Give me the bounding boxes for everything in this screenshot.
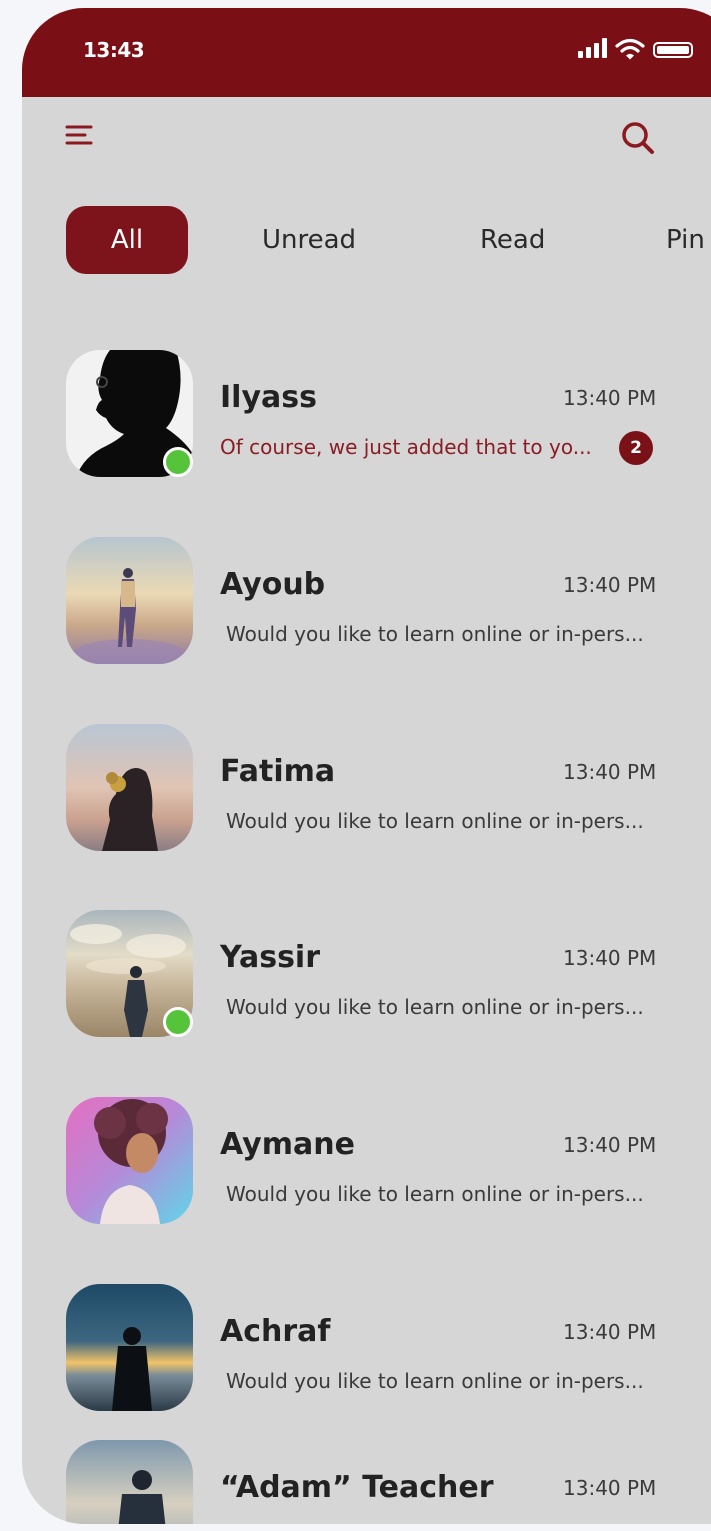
chat-item-yassir[interactable]: Yassir 13:40 PM Would you like to learn … (22, 910, 711, 1040)
menu-icon[interactable] (65, 122, 97, 150)
chat-time: 13:40 PM (563, 386, 657, 410)
tab-pin[interactable]: Pin (666, 206, 705, 274)
chat-time: 13:40 PM (563, 946, 657, 970)
chat-name: Aymane (220, 1127, 355, 1162)
chat-preview: Would you like to learn online or in-per… (226, 995, 644, 1019)
chat-item-aymane[interactable]: Aymane 13:40 PM Would you like to learn … (22, 1097, 711, 1227)
chat-preview: Would you like to learn online or in-per… (226, 809, 644, 833)
chat-preview: Would you like to learn online or in-per… (226, 1369, 644, 1393)
tab-all[interactable]: All (66, 206, 188, 274)
avatar (66, 1440, 193, 1524)
chat-time: 13:40 PM (563, 1133, 657, 1157)
tab-read[interactable]: Read (480, 206, 545, 274)
chat-name: Yassir (220, 940, 321, 975)
chat-time: 13:40 PM (563, 573, 657, 597)
battery-icon (653, 42, 693, 58)
chat-preview: Would you like to learn online or in-per… (226, 622, 644, 646)
avatar (66, 1097, 193, 1224)
chat-item-ayoub[interactable]: Ayoub 13:40 PM Would you like to learn o… (22, 537, 711, 667)
chat-name: Achraf (220, 1314, 331, 1349)
status-bar: 13:43 (22, 8, 711, 97)
online-status-dot (163, 447, 193, 477)
chat-time: 13:40 PM (563, 760, 657, 784)
signal-icon (578, 38, 608, 58)
search-icon[interactable] (620, 120, 656, 156)
filter-tabs: All Unread Read Pin (22, 206, 711, 276)
chat-name: Fatima (220, 754, 336, 789)
avatar (66, 1284, 193, 1411)
chat-time: 13:40 PM (563, 1476, 657, 1500)
chat-name: Ilyass (220, 380, 317, 415)
chat-item-adam-teacher[interactable]: “Adam” Teacher 13:40 PM (22, 1440, 711, 1524)
wifi-icon (615, 38, 645, 60)
status-time: 13:43 (83, 38, 145, 62)
online-status-dot (163, 1007, 193, 1037)
avatar (66, 724, 193, 851)
chat-preview: Of course, we just added that to yo... (220, 435, 592, 459)
phone-screen: 13:43 All Unread Read Pin Ilyass 13:40 P… (22, 8, 711, 1524)
chat-preview: Would you like to learn online or in-per… (226, 1182, 644, 1206)
chat-item-ilyass[interactable]: Ilyass 13:40 PM Of course, we just added… (22, 350, 711, 480)
tab-unread[interactable]: Unread (262, 206, 356, 274)
chat-name: “Adam” Teacher (220, 1470, 494, 1505)
chat-name: Ayoub (220, 567, 326, 602)
unread-count-badge: 2 (619, 431, 653, 465)
chat-item-achraf[interactable]: Achraf 13:40 PM Would you like to learn … (22, 1284, 711, 1414)
chat-item-fatima[interactable]: Fatima 13:40 PM Would you like to learn … (22, 724, 711, 854)
avatar (66, 537, 193, 664)
chat-time: 13:40 PM (563, 1320, 657, 1344)
